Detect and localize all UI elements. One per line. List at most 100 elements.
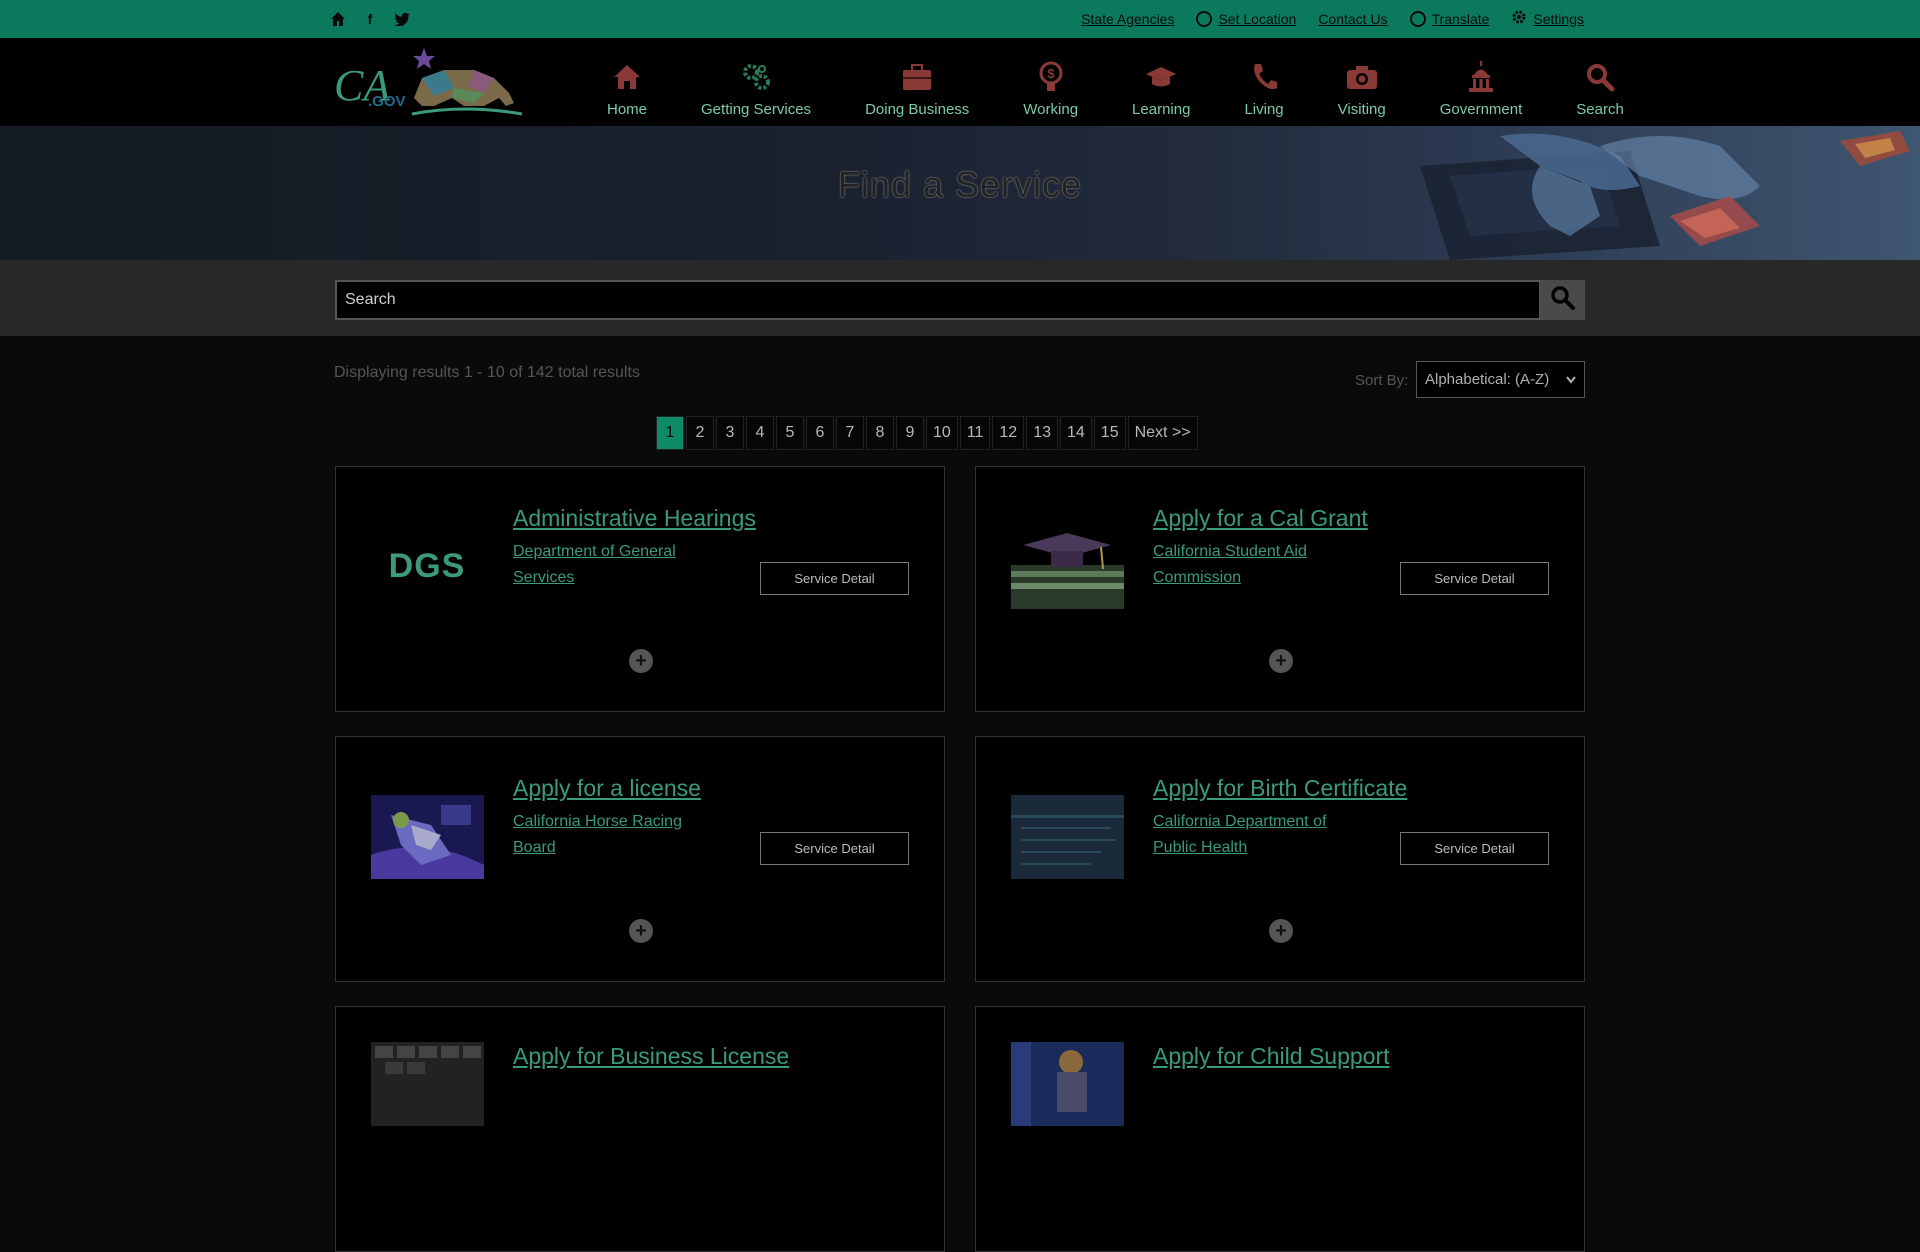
- page-link-2[interactable]: 2: [686, 416, 714, 450]
- settings-link[interactable]: Settings: [1511, 9, 1584, 28]
- search-button[interactable]: [1540, 280, 1585, 320]
- dgs-logo: DGS: [371, 525, 484, 609]
- pagination: 1 2 3 4 5 6 7 8 9 10 11 12 13 14 15 Next…: [656, 416, 1198, 450]
- page-link-1[interactable]: 1: [656, 416, 684, 450]
- nav-doing-business-label: Doing Business: [865, 101, 970, 118]
- service-card: Apply for Child Support: [975, 1006, 1585, 1252]
- state-agencies-link[interactable]: State Agencies: [1081, 11, 1174, 27]
- nav-getting-services-label: Getting Services: [701, 101, 812, 118]
- page-link-14[interactable]: 14: [1060, 416, 1092, 450]
- page-link-8[interactable]: 8: [866, 416, 894, 450]
- dollar-bulb-icon: $: [1035, 61, 1067, 93]
- graduation-cap-photo: [1011, 525, 1124, 609]
- camera-icon: [1346, 61, 1378, 93]
- nav-working[interactable]: $ Working: [996, 48, 1105, 118]
- nav-search-label: Search: [1576, 101, 1624, 118]
- service-detail-button[interactable]: Service Detail: [1400, 562, 1549, 595]
- nav-home[interactable]: Home: [580, 48, 674, 118]
- service-detail-button[interactable]: Service Detail: [760, 562, 909, 595]
- service-detail-button[interactable]: Service Detail: [1400, 832, 1549, 865]
- settings-label: Settings: [1533, 10, 1584, 27]
- svg-text:$: $: [1047, 66, 1055, 81]
- keyboard-photo: [371, 1042, 484, 1126]
- page-link-10[interactable]: 10: [926, 416, 958, 450]
- service-agency[interactable]: California Department of Public Health: [1153, 809, 1353, 861]
- nav-home-label: Home: [607, 101, 648, 118]
- utility-bar: f State Agencies Set Location Contact Us…: [0, 0, 1920, 38]
- main-navbar: CA .GOV Home Getting Services Doing Busi…: [0, 38, 1920, 126]
- translate-link[interactable]: Translate: [1409, 10, 1489, 27]
- service-card: Apply for a Cal Grant California Student…: [975, 466, 1585, 712]
- search-icon: [1584, 61, 1616, 93]
- nav-living[interactable]: Living: [1217, 48, 1310, 118]
- svg-text:DGS: DGS: [389, 547, 466, 585]
- service-title[interactable]: Apply for Business License: [513, 1043, 789, 1070]
- facebook-icon[interactable]: f: [360, 9, 380, 29]
- primary-nav: Home Getting Services Doing Business $ W…: [580, 48, 1651, 118]
- capitol-icon: [1465, 61, 1497, 93]
- nav-learning-label: Learning: [1132, 101, 1191, 118]
- next-page-link[interactable]: Next >>: [1127, 416, 1198, 450]
- search-band: Search: [0, 260, 1920, 336]
- service-card: DGS Administrative Hearings Department o…: [335, 466, 945, 712]
- expand-plus-icon[interactable]: +: [629, 919, 653, 943]
- nav-visiting-label: Visiting: [1337, 101, 1386, 118]
- sort-label: Sort By:: [1355, 372, 1409, 389]
- svg-text:.GOV: .GOV: [368, 93, 406, 110]
- nav-doing-business[interactable]: Doing Business: [838, 48, 996, 118]
- page-title: Find a Service: [837, 164, 1083, 205]
- expand-plus-icon[interactable]: +: [1269, 649, 1293, 673]
- nav-government-label: Government: [1439, 101, 1523, 118]
- hero-banner: Find a Service: [0, 126, 1920, 260]
- gears-icon: [740, 61, 772, 93]
- certificate-photo: [1011, 795, 1124, 879]
- location-icon: [1196, 10, 1213, 27]
- nav-living-label: Living: [1244, 101, 1284, 118]
- globe-icon: [1409, 10, 1426, 27]
- service-title[interactable]: Apply for Child Support: [1153, 1043, 1390, 1070]
- service-title[interactable]: Apply for Birth Certificate: [1153, 775, 1407, 802]
- contact-us-link[interactable]: Contact Us: [1318, 11, 1387, 27]
- nav-visiting[interactable]: Visiting: [1311, 48, 1413, 118]
- ca-gov-logo[interactable]: CA .GOV: [334, 48, 524, 120]
- service-agency[interactable]: California Horse Racing Board: [513, 809, 713, 861]
- service-title[interactable]: Apply for a Cal Grant: [1153, 505, 1368, 532]
- phone-icon: [1248, 61, 1280, 93]
- service-agency[interactable]: Department of General Services: [513, 539, 713, 591]
- search-input[interactable]: Search: [335, 280, 1541, 320]
- service-card: Apply for a license California Horse Rac…: [335, 736, 945, 982]
- home-icon[interactable]: [328, 9, 348, 29]
- page-link-11[interactable]: 11: [959, 416, 991, 450]
- service-title[interactable]: Administrative Hearings: [513, 505, 756, 532]
- page-link-4[interactable]: 4: [746, 416, 774, 450]
- utility-links: State Agencies Set Location Contact Us T…: [1081, 9, 1584, 28]
- gear-icon: [1511, 9, 1527, 28]
- nav-search[interactable]: Search: [1549, 48, 1651, 118]
- service-agency[interactable]: California Student Aid Commission: [1153, 539, 1353, 591]
- twitter-icon[interactable]: [392, 9, 412, 29]
- child-support-photo: [1011, 1042, 1124, 1126]
- horse-racing-photo: [371, 795, 484, 879]
- page-link-6[interactable]: 6: [806, 416, 834, 450]
- page-link-3[interactable]: 3: [716, 416, 744, 450]
- service-card: Apply for Birth Certificate California D…: [975, 736, 1585, 982]
- briefcase-icon: [901, 61, 933, 93]
- page-link-15[interactable]: 15: [1093, 416, 1126, 450]
- sort-selected-value: Alphabetical: (A-Z): [1425, 371, 1550, 388]
- nav-getting-services[interactable]: Getting Services: [674, 48, 838, 118]
- page-link-9[interactable]: 9: [896, 416, 924, 450]
- expand-plus-icon[interactable]: +: [629, 649, 653, 673]
- social-links: f: [328, 9, 412, 29]
- page-link-13[interactable]: 13: [1026, 416, 1058, 450]
- service-title[interactable]: Apply for a license: [513, 775, 701, 802]
- service-detail-button[interactable]: Service Detail: [760, 832, 909, 865]
- nav-government[interactable]: Government: [1413, 48, 1550, 118]
- sort-select[interactable]: Alphabetical: (A-Z): [1416, 361, 1585, 398]
- set-location-label: Set Location: [1218, 10, 1297, 27]
- expand-plus-icon[interactable]: +: [1269, 919, 1293, 943]
- page-link-5[interactable]: 5: [776, 416, 804, 450]
- nav-learning[interactable]: Learning: [1105, 48, 1217, 118]
- page-link-12[interactable]: 12: [992, 416, 1025, 450]
- set-location-link[interactable]: Set Location: [1196, 10, 1297, 27]
- page-link-7[interactable]: 7: [836, 416, 864, 450]
